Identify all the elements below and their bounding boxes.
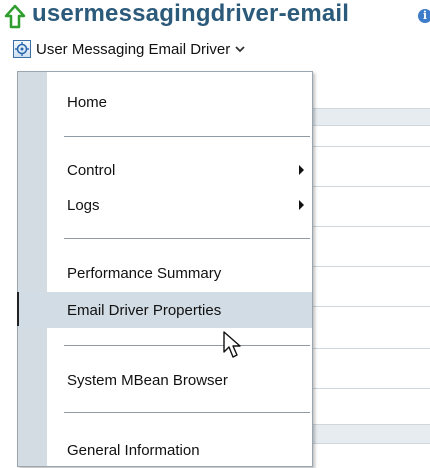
menu-item-label: Performance Summary	[67, 264, 222, 282]
background-divider	[305, 348, 430, 349]
submenu-arrow-icon	[299, 200, 304, 210]
background-divider	[305, 226, 430, 227]
menu-item-performance-summary[interactable]: Performance Summary	[18, 255, 312, 291]
menu-separator	[64, 238, 310, 239]
background-divider	[305, 146, 430, 147]
submenu-arrow-icon	[299, 165, 304, 175]
menu-item-label: Home	[67, 93, 108, 111]
menu-item-label: System MBean Browser	[67, 371, 228, 389]
mouse-cursor-icon	[223, 331, 241, 358]
target-dropdown-menu: Home Control Logs Performance Summary Em…	[17, 71, 313, 467]
menu-item-logs[interactable]: Logs	[18, 187, 312, 223]
target-icon	[13, 40, 31, 58]
menu-separator	[64, 345, 310, 346]
menu-item-control[interactable]: Control	[18, 152, 312, 188]
menu-item-label: Logs	[67, 196, 100, 214]
target-menu-button[interactable]: User Messaging Email Driver	[8, 36, 307, 62]
menu-separator	[64, 136, 310, 137]
page-header: usermessagingdriver-email i User Messagi…	[0, 0, 430, 60]
menu-item-system-mbean-browser[interactable]: System MBean Browser	[18, 362, 312, 398]
menu-item-email-driver-properties[interactable]: Email Driver Properties	[18, 292, 312, 328]
background-divider	[305, 306, 430, 307]
menu-item-label: Control	[67, 161, 116, 179]
menu-separator	[64, 412, 310, 413]
page-title: usermessagingdriver-email	[32, 0, 350, 27]
chevron-down-icon	[235, 46, 245, 53]
selection-marker	[17, 292, 19, 326]
menu-item-home[interactable]: Home	[18, 84, 312, 120]
background-divider	[305, 388, 430, 389]
info-icon[interactable]: i	[418, 9, 430, 23]
background-section-bar	[305, 424, 430, 444]
menu-item-label: General Information	[67, 441, 200, 459]
background-divider	[305, 266, 430, 267]
menu-item-general-information[interactable]: General Information	[18, 432, 312, 468]
background-divider	[305, 186, 430, 187]
menu-item-label: Email Driver Properties	[67, 301, 222, 319]
background-section-bar	[305, 108, 430, 126]
up-arrow-icon[interactable]	[4, 4, 26, 30]
target-menu-label: User Messaging Email Driver	[36, 40, 231, 58]
